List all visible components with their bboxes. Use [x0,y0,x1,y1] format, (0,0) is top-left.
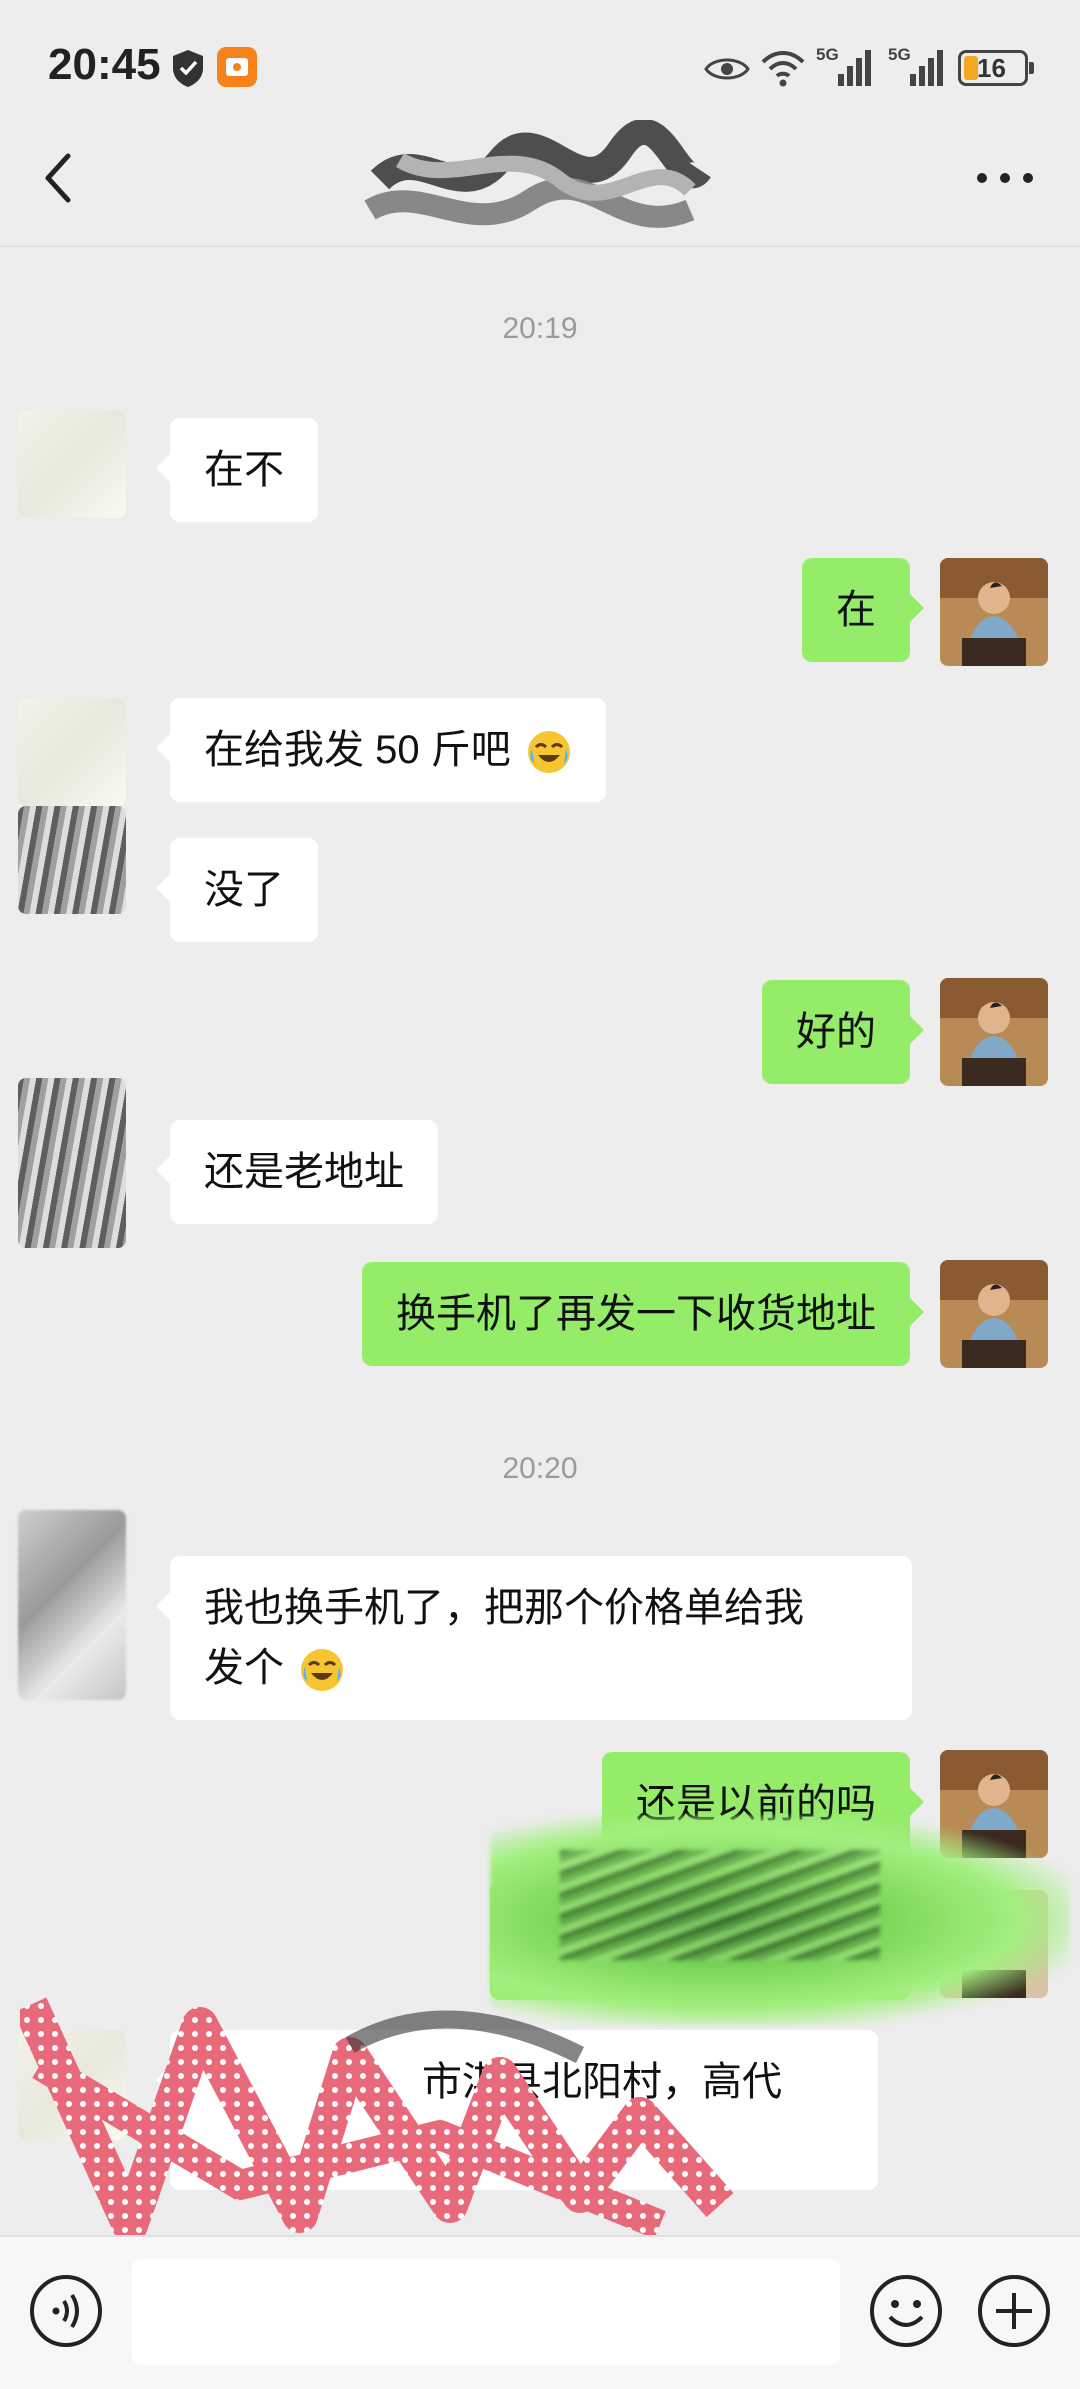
wifi-icon [761,51,805,87]
message-input[interactable] [132,2259,840,2365]
battery-level: 16 [977,53,1006,83]
voice-icon[interactable] [28,2273,104,2349]
crying-laughing-emoji [301,1649,344,1692]
header-divider [0,245,1080,247]
avatar[interactable] [18,410,126,518]
crying-laughing-emoji [527,731,570,774]
more-icon[interactable] [970,158,1040,198]
message-bubble[interactable]: 在给我发 50 斤吧 [156,698,606,802]
chat-header [0,118,1080,240]
eye-icon [704,58,750,80]
message-text: 还是老地址 [204,1150,404,1194]
signal-icon: 5G [888,45,943,86]
message-text: 换手机了再发一下收货地址 [396,1292,876,1336]
avatar[interactable] [940,1260,1048,1368]
message-text: 发个 [204,1646,284,1690]
avatar[interactable] [18,1078,126,1248]
redaction-scribble [20,1997,734,2243]
message-bubble[interactable]: 没了 [156,838,318,942]
svg-text:5G: 5G [816,45,839,64]
message-bubble[interactable]: 在 [802,558,924,662]
message-text: 没了 [204,868,284,912]
message-bubble[interactable]: 我也换手机了，把那个价格单给我 发个 [156,1556,912,1720]
message-text: 在 [836,588,876,632]
emoji-icon[interactable] [868,2273,944,2349]
plus-icon[interactable] [976,2273,1052,2349]
avatar[interactable] [18,1510,126,1700]
app-badge-icon [217,47,257,87]
message-text: 在不 [204,448,284,492]
message-bubble[interactable]: 还是老地址 [156,1120,438,1224]
input-bar [0,2235,1080,2389]
shield-icon [173,50,203,87]
timestamp: 20:19 [502,312,578,345]
message-bubble[interactable]: 好的 [762,980,924,1084]
battery-icon: 16 [958,50,1034,86]
message-bubble[interactable]: 在不 [156,418,318,522]
message-bubble[interactable]: 换手机了再发一下收货地址 [362,1262,924,1366]
signal-icon: 5G [816,45,871,86]
avatar[interactable] [18,806,126,914]
status-time: 20:45 [48,40,161,89]
status-bar: 20:45 5G 5G 16 [0,0,1080,130]
svg-text:5G: 5G [888,45,911,64]
message-text: 好的 [796,1010,876,1054]
timestamp: 20:20 [502,1452,578,1485]
message-text: 在给我发 50 斤吧 [204,728,511,772]
avatar[interactable] [18,698,126,806]
chat-title-redacted [360,118,720,250]
back-icon[interactable] [36,148,86,208]
message-text: 我也换手机了，把那个价格单给我 [204,1586,804,1630]
avatar[interactable] [940,558,1048,666]
avatar[interactable] [940,978,1048,1086]
redaction-scribble [560,1850,880,1960]
